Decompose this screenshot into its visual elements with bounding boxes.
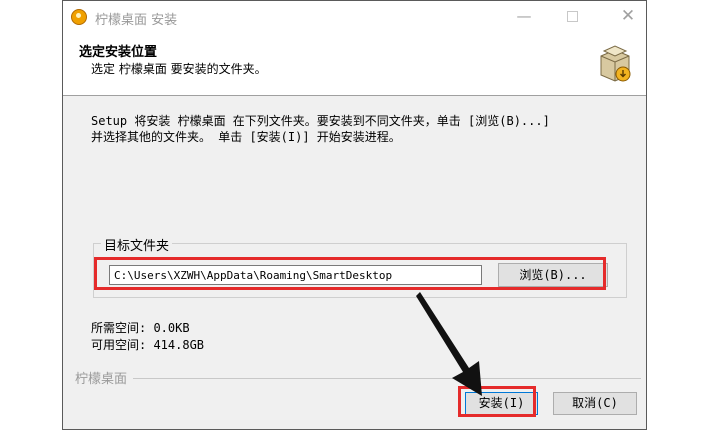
instructions-text: Setup 将安装 柠檬桌面 在下列文件夹。要安装到不同文件夹，单击 [浏览(B…: [91, 114, 550, 144]
maximize-button[interactable]: [563, 7, 581, 25]
installer-box-icon: [600, 45, 631, 82]
install-button[interactable]: 安装(I): [465, 392, 538, 415]
available-space-text: 可用空间: 414.8GB: [91, 338, 205, 352]
close-button[interactable]: ✕: [619, 7, 637, 25]
cancel-button[interactable]: 取消(C): [553, 392, 637, 415]
app-lemon-icon: [71, 9, 87, 25]
destination-path-input[interactable]: C:\Users\XZWH\AppData\Roaming\SmartDeskt…: [109, 265, 482, 285]
destination-group-label: 目标文件夹: [101, 235, 173, 254]
brand-label: 柠檬桌面: [75, 368, 134, 387]
required-space-text: 所需空间: 0.0KB: [91, 321, 190, 335]
window-title: 柠檬桌面 安装: [95, 13, 178, 28]
title-bar: 柠檬桌面 安装 — ✕: [63, 1, 646, 32]
installer-window: 柠檬桌面 安装 — ✕ 选定安装位置 选定 柠檬桌面 要安装的文件夹。 Setu…: [62, 0, 647, 430]
minimize-button[interactable]: —: [515, 7, 533, 25]
page-title: 选定安装位置: [79, 45, 158, 60]
page-header: 选定安装位置 选定 柠檬桌面 要安装的文件夹。: [63, 32, 646, 96]
footer-separator: [75, 378, 641, 379]
page-subtitle: 选定 柠檬桌面 要安装的文件夹。: [91, 62, 267, 76]
browse-button[interactable]: 浏览(B)...: [498, 263, 608, 287]
